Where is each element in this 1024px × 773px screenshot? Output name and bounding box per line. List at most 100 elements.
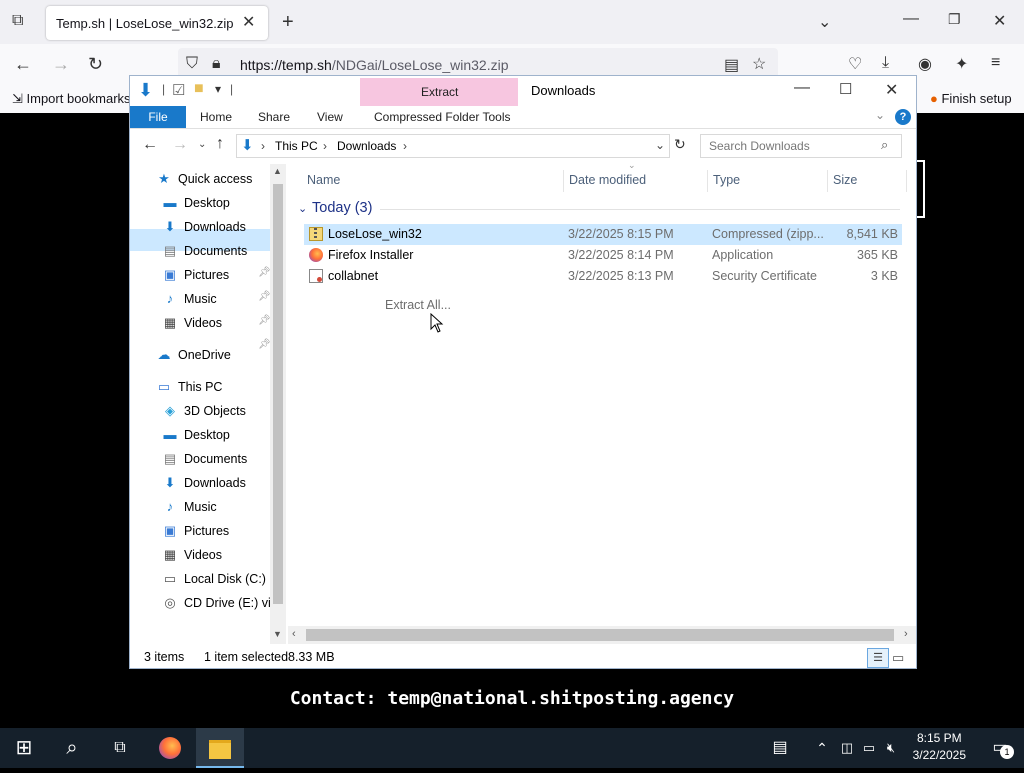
nav-qa-documents[interactable]: ▤ Documents (162, 240, 247, 262)
nav-pc-cd-drive[interactable]: ◎ CD Drive (E:) virt (162, 592, 278, 614)
column-date-modified[interactable]: Date modified (569, 170, 646, 190)
file-row[interactable]: LoseLose_win32 3/22/2025 8:15 PM Compres… (304, 224, 902, 245)
back-icon[interactable]: ← (142, 136, 158, 154)
forward-icon[interactable]: → (172, 136, 188, 154)
start-windows-icon[interactable]: ⊞ (0, 728, 48, 768)
tab-view[interactable]: View (317, 106, 343, 128)
finish-setup-button[interactable]: ● Finish setup (930, 91, 1012, 106)
back-icon[interactable]: ← (14, 54, 32, 75)
tab-file[interactable]: File (130, 106, 186, 128)
downloads-icon[interactable]: ⤓ (882, 54, 889, 72)
file-row[interactable]: collabnet 3/22/2025 8:13 PM Security Cer… (304, 266, 902, 287)
nav-quick-access[interactable]: ★ Quick access (156, 168, 252, 190)
column-name[interactable]: Name (307, 170, 340, 190)
properties-icon[interactable]: ☑ (172, 81, 185, 99)
horizontal-scrollbar[interactable]: ‹ › (288, 626, 916, 644)
search-icon[interactable]: ⌕ (881, 137, 888, 153)
nav-qa-music[interactable]: ♪ Music (162, 288, 217, 310)
nav-qa-pictures[interactable]: ▣ Pictures (162, 264, 229, 286)
nav-qa-downloads[interactable]: ⬇ Downloads (162, 216, 246, 238)
group-header-today[interactable]: Today (3) (312, 200, 372, 216)
extensions-icon[interactable]: ✦ (955, 54, 968, 74)
nav-pc-music[interactable]: ♪ Music (162, 496, 217, 518)
nav-pc-documents[interactable]: ▤ Documents (162, 448, 247, 470)
nav-pc-videos[interactable]: ▦ Videos (162, 544, 222, 566)
extract-all-hint[interactable]: Extract All... (385, 298, 451, 312)
restore-icon[interactable]: ❐ (948, 11, 961, 28)
column-separator[interactable] (563, 170, 564, 192)
group-collapse-icon[interactable]: ⌄ (298, 202, 307, 215)
tab-list-icon[interactable]: ⧉ (12, 12, 23, 30)
breadcrumb-this-pc[interactable]: This PC (275, 139, 318, 153)
browser-tab[interactable]: Temp.sh | LoseLose_win32.zip ✕ (46, 6, 268, 40)
tab-compressed-folder-tools[interactable]: Compressed Folder Tools (374, 106, 511, 128)
search-input[interactable]: Search Downloads ⌕ (700, 134, 902, 158)
nav-qa-desktop[interactable]: ▬ Desktop (162, 192, 230, 214)
chevron-down-icon[interactable]: ⌄ (818, 12, 831, 32)
nav-onedrive[interactable]: ☁ OneDrive (156, 344, 231, 366)
qat-dropdown-icon[interactable]: ▾ (215, 82, 221, 96)
help-icon[interactable]: ? (895, 109, 911, 125)
nav-pc-local-disk[interactable]: ▭ Local Disk (C:) (162, 568, 266, 590)
extract-tab[interactable]: Extract (421, 85, 458, 99)
nav-scrollbar-thumb[interactable] (273, 184, 283, 604)
nav-pc-3d-objects[interactable]: ◈ 3D Objects (162, 400, 246, 422)
search-icon[interactable]: ⌕ (48, 728, 96, 768)
url-text[interactable]: https://temp.sh/NDGai/LoseLose_win32.zip (240, 57, 508, 73)
nav-this-pc[interactable]: ▭ This PC (156, 376, 223, 398)
minimize-icon[interactable]: — (903, 10, 919, 28)
column-separator[interactable] (906, 170, 907, 192)
breadcrumb-downloads[interactable]: Downloads (337, 139, 396, 153)
expand-ribbon-icon[interactable]: ⌄ (875, 108, 885, 122)
reload-icon[interactable]: ↻ (88, 54, 103, 75)
taskbar-clock[interactable]: 8:15 PM 3/22/2025 (913, 730, 966, 764)
menu-icon[interactable]: ≡ (991, 54, 1000, 72)
new-folder-icon[interactable]: ■ (194, 80, 204, 98)
scroll-up-icon[interactable]: ▲ (273, 166, 282, 176)
volume-muted-icon[interactable]: 🔇︎ (880, 728, 902, 768)
address-dropdown-icon[interactable]: ⌄ (655, 138, 665, 152)
network-icon[interactable]: ▭ (858, 728, 880, 768)
nav-pc-downloads[interactable]: ⬇ Downloads (162, 472, 246, 494)
up-icon[interactable]: ↑ (216, 135, 224, 153)
pocket-icon[interactable]: ♡ (848, 54, 862, 74)
meet-now-icon[interactable]: ◫ (836, 728, 858, 768)
scroll-left-icon[interactable]: ‹ (292, 628, 296, 640)
bookmark-star-icon[interactable]: ☆ (752, 54, 766, 74)
large-icons-view-icon[interactable]: ▭ (892, 647, 904, 669)
scroll-down-icon[interactable]: ▼ (273, 629, 282, 639)
taskbar-firefox-icon[interactable] (146, 728, 194, 768)
column-separator[interactable] (707, 170, 708, 192)
account-icon[interactable]: ◉ (918, 54, 932, 74)
column-separator[interactable] (827, 170, 828, 192)
import-bookmarks-button[interactable]: ⇲ Import bookmarks (12, 91, 131, 107)
new-tab-icon[interactable]: + (282, 11, 294, 34)
nav-pc-desktop[interactable]: ▬ Desktop (162, 424, 230, 446)
task-view-icon[interactable]: ⧉ (96, 728, 144, 768)
taskbar-file-explorer-icon[interactable] (196, 728, 244, 768)
maximize-icon[interactable]: ☐ (839, 80, 852, 98)
forward-icon[interactable]: → (52, 54, 70, 75)
refresh-icon[interactable]: ↻ (674, 136, 686, 153)
scroll-right-icon[interactable]: › (904, 628, 908, 640)
close-icon[interactable]: ✕ (885, 80, 898, 100)
notification-center-icon[interactable]: ▭1 (976, 728, 1024, 768)
shield-icon[interactable]: ⛉ (186, 55, 198, 73)
details-view-icon[interactable]: ☰ (867, 648, 889, 668)
tab-share[interactable]: Share (258, 106, 290, 128)
tab-home[interactable]: Home (200, 106, 232, 128)
recent-locations-icon[interactable]: ⌄ (198, 139, 206, 150)
minimize-icon[interactable]: — (794, 79, 810, 97)
show-hidden-icons-icon[interactable]: ⌃ (808, 728, 836, 768)
horizontal-scrollbar-thumb[interactable] (306, 629, 894, 641)
close-window-icon[interactable]: ✕ (993, 11, 1006, 31)
reader-view-icon[interactable]: ▤ (724, 55, 739, 75)
close-tab-icon[interactable]: ✕ (242, 12, 255, 32)
lock-icon[interactable]: 🔒︎ (212, 55, 221, 73)
column-type[interactable]: Type (713, 170, 740, 190)
nav-qa-videos[interactable]: ▦ Videos (162, 312, 222, 334)
column-size[interactable]: Size (833, 170, 857, 190)
news-widget-icon[interactable]: ▤ (756, 728, 804, 768)
file-row[interactable]: Firefox Installer 3/22/2025 8:14 PM Appl… (304, 245, 902, 266)
nav-pc-pictures[interactable]: ▣ Pictures (162, 520, 229, 542)
